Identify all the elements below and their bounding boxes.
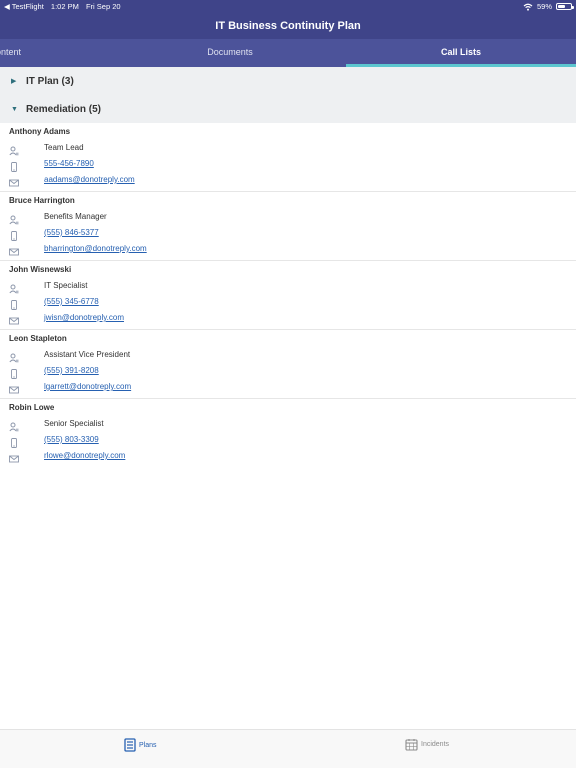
tab-call-lists[interactable]: Call Lists bbox=[346, 39, 576, 67]
person-icon bbox=[9, 212, 19, 225]
phone-icon bbox=[9, 228, 19, 241]
contact-role-row: IT Specialist bbox=[0, 280, 576, 294]
contact-email-link[interactable]: jwisn@donotreply.com bbox=[44, 313, 124, 322]
contact-phone-row: 555-456-7890 bbox=[0, 158, 576, 172]
contact-phone-link[interactable]: 555-456-7890 bbox=[44, 159, 94, 168]
contact-name: Anthony Adams bbox=[9, 127, 71, 136]
contact-name: John Wisnewski bbox=[9, 265, 72, 274]
contact-role: Senior Specialist bbox=[44, 419, 104, 428]
mail-icon bbox=[9, 175, 19, 187]
bottom-tab-label: Plans bbox=[139, 741, 157, 749]
contact-phone-row: (555) 846-5377 bbox=[0, 227, 576, 241]
contact-card: John Wisnewski IT Specialist (555) 345-677… bbox=[0, 261, 576, 330]
wifi-icon bbox=[523, 3, 533, 11]
contact-name: Robin Lowe bbox=[9, 403, 55, 412]
contact-role-row: Senior Specialist bbox=[0, 418, 576, 432]
contact-email-row: bharrington@donotreply.com bbox=[0, 243, 576, 257]
contact-role: Team Lead bbox=[44, 143, 84, 152]
contact-role-row: Team Lead bbox=[0, 142, 576, 156]
bottom-tab-plans[interactable]: Plans bbox=[124, 738, 157, 752]
contact-name: Bruce Harrington bbox=[9, 196, 75, 205]
bottom-tab-bar: Plans Incidents bbox=[0, 729, 576, 768]
contact-email-link[interactable]: aadams@donotreply.com bbox=[44, 175, 135, 184]
person-icon bbox=[9, 419, 19, 432]
phone-icon bbox=[9, 297, 19, 310]
battery-percent: 59% bbox=[536, 2, 552, 11]
contact-phone-link[interactable]: (555) 391-8208 bbox=[44, 366, 99, 375]
contact-phone-row: (555) 391-8208 bbox=[0, 365, 576, 379]
contact-email-row: rlowe@donotreply.com bbox=[0, 450, 576, 464]
section-it-plan[interactable]: ▶ IT Plan (3) bbox=[0, 67, 576, 95]
contact-card: Anthony Adams Team Lead 555-456-7890 aadams… bbox=[0, 123, 576, 192]
contact-role: Assistant Vice President bbox=[44, 350, 131, 359]
contact-role: IT Specialist bbox=[44, 281, 88, 290]
contact-card: Robin Lowe Senior Specialist (555) 803-330… bbox=[0, 399, 576, 468]
phone-icon bbox=[9, 435, 19, 448]
contact-name: Leon Stapleton bbox=[9, 334, 67, 343]
caret-right-icon: ▶ bbox=[11, 78, 17, 85]
battery-icon bbox=[556, 3, 574, 10]
section-title: Remediation (5) bbox=[26, 103, 102, 115]
status-time: 1:02 PM bbox=[50, 2, 79, 11]
mail-icon bbox=[9, 244, 19, 256]
person-icon bbox=[9, 143, 19, 156]
person-icon bbox=[9, 281, 19, 294]
phone-icon bbox=[9, 366, 19, 379]
calendar-icon bbox=[405, 739, 418, 751]
caret-down-icon: ▼ bbox=[11, 105, 18, 113]
page-title: IT Business Continuity Plan bbox=[215, 20, 361, 32]
phone-icon bbox=[9, 159, 19, 172]
contact-email-link[interactable]: lgarrett@donotreply.com bbox=[44, 382, 131, 391]
mail-icon bbox=[9, 382, 19, 394]
back-to-testflight[interactable]: ◀ TestFlight bbox=[4, 2, 44, 11]
person-icon bbox=[9, 350, 19, 363]
mail-icon bbox=[9, 451, 19, 463]
contact-card: Leon Stapleton Assistant Vice President (5… bbox=[0, 330, 576, 399]
bottom-tab-incidents[interactable]: Incidents bbox=[405, 738, 449, 751]
contact-card: Bruce Harrington Benefits Manager (555) 84… bbox=[0, 192, 576, 261]
tab-content[interactable]: ontent bbox=[0, 39, 56, 67]
status-date: Fri Sep 20 bbox=[85, 2, 121, 11]
contact-phone-row: (555) 345-6778 bbox=[0, 296, 576, 310]
contact-role-row: Assistant Vice President bbox=[0, 349, 576, 363]
section-remediation[interactable]: ▼ Remediation (5) bbox=[0, 95, 576, 123]
tab-documents[interactable]: Documents bbox=[115, 39, 345, 67]
contact-email-row: jwisn@donotreply.com bbox=[0, 312, 576, 326]
contact-email-link[interactable]: rlowe@donotreply.com bbox=[44, 451, 125, 460]
contact-phone-row: (555) 803-3309 bbox=[0, 434, 576, 448]
bottom-tab-label: Incidents bbox=[421, 741, 450, 748]
contact-role: Benefits Manager bbox=[44, 212, 107, 221]
status-bar: ◀ TestFlight 1:02 PM Fri Sep 20 59% bbox=[0, 0, 576, 12]
section-title: IT Plan (3) bbox=[26, 75, 74, 87]
mail-icon bbox=[9, 313, 19, 325]
contact-email-link[interactable]: bharrington@donotreply.com bbox=[44, 244, 147, 253]
contact-phone-link[interactable]: (555) 803-3309 bbox=[44, 435, 99, 444]
plans-icon bbox=[124, 738, 136, 752]
contact-email-row: lgarrett@donotreply.com bbox=[0, 381, 576, 395]
contact-phone-link[interactable]: (555) 846-5377 bbox=[44, 228, 99, 237]
tab-bar: ontent Documents Call Lists bbox=[0, 39, 576, 67]
contact-role-row: Benefits Manager bbox=[0, 211, 576, 225]
contact-phone-link[interactable]: (555) 345-6778 bbox=[44, 297, 99, 306]
contact-email-row: aadams@donotreply.com bbox=[0, 174, 576, 188]
